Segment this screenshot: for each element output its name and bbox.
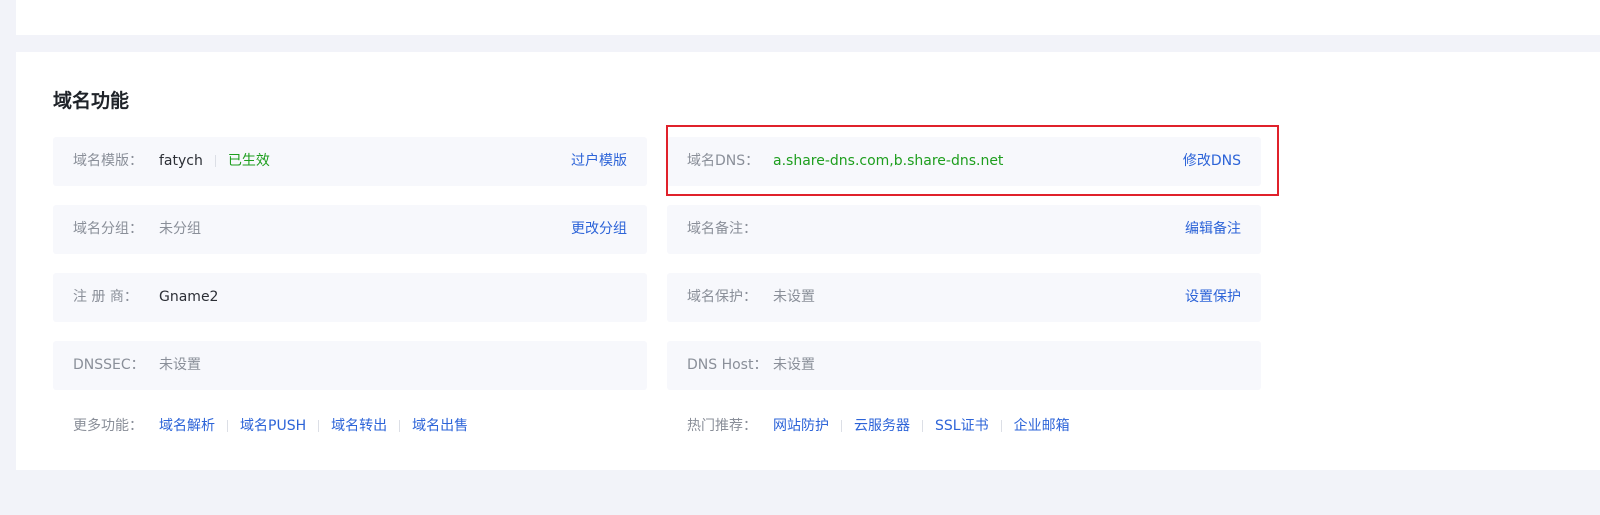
domain-group-value: 未分组 (159, 221, 201, 237)
domain-protection-value: 未设置 (773, 289, 815, 305)
domain-remark-label: 域名备注： (687, 221, 757, 237)
dns-resolve-link[interactable]: 域名解析 (159, 418, 215, 434)
domain-transfer-out-link[interactable]: 域名转出 (331, 418, 387, 434)
divider (227, 420, 228, 432)
dnssec-value: 未设置 (159, 357, 201, 373)
website-protection-link[interactable]: 网站防护 (773, 418, 829, 434)
divider (318, 420, 320, 432)
hot-recommend-label: 热门推荐： (687, 418, 757, 434)
domain-group-label: 域名分组： (73, 221, 143, 237)
enterprise-email-link[interactable]: 企业邮箱 (1014, 418, 1070, 434)
hot-recommend-links: 网站防护 云服务器 SSL证书 企业邮箱 (773, 402, 1070, 451)
row-domain-group: 域名分组： 未分组 更改分组 (53, 205, 647, 254)
cloud-server-link[interactable]: 云服务器 (854, 418, 910, 434)
row-domain-remark: 域名备注： 编辑备注 (667, 205, 1261, 254)
registrar-label: 注 册 商： (73, 289, 138, 305)
domain-template-value: fatych 已生效 (159, 137, 270, 186)
change-group-button[interactable]: 更改分组 (571, 205, 627, 254)
ssl-certificate-link[interactable]: SSL证书 (935, 418, 989, 434)
status-badge: 已生效 (227, 153, 270, 169)
set-protection-button[interactable]: 设置保护 (1185, 273, 1241, 322)
top-card (16, 0, 1600, 35)
divider (922, 420, 923, 432)
edit-remark-button[interactable]: 编辑备注 (1185, 205, 1241, 254)
dns-host-value: 未设置 (773, 357, 815, 373)
domain-template-label: 域名模版： (73, 153, 143, 169)
divider (1000, 420, 1002, 432)
row-dnssec: DNSSEC： 未设置 (53, 341, 647, 390)
more-features-label: 更多功能： (73, 418, 143, 434)
divider (214, 155, 216, 167)
dns-host-label: DNS Host： (687, 357, 768, 373)
registrar-value: Gname2 (159, 289, 219, 305)
row-hot-recommend: 热门推荐： 网站防护 云服务器 SSL证书 企业邮箱 (667, 402, 1261, 451)
domain-sell-link[interactable]: 域名出售 (412, 418, 468, 434)
row-registrar: 注 册 商： Gname2 (53, 273, 647, 322)
dnssec-label: DNSSEC： (73, 357, 145, 373)
row-more-features: 更多功能： 域名解析 域名PUSH 域名转出 域名出售 (53, 402, 647, 451)
row-domain-protection: 域名保护： 未设置 设置保护 (667, 273, 1261, 322)
divider (841, 420, 842, 432)
domain-protection-label: 域名保护： (687, 289, 757, 305)
dns-highlight-box (666, 125, 1279, 196)
template-name: fatych (159, 153, 203, 169)
domain-push-link[interactable]: 域名PUSH (240, 418, 306, 434)
row-domain-template: 域名模版： fatych 已生效 过户模版 (53, 137, 647, 186)
transfer-template-button[interactable]: 过户模版 (571, 137, 627, 186)
domain-features-card: 域名功能 域名模版： fatych 已生效 过户模版 域名分组： 未分组 更改分组… (16, 52, 1600, 470)
section-title: 域名功能 (53, 90, 130, 112)
more-features-links: 域名解析 域名PUSH 域名转出 域名出售 (159, 402, 468, 451)
row-dns-host: DNS Host： 未设置 (667, 341, 1261, 390)
divider (399, 420, 401, 432)
